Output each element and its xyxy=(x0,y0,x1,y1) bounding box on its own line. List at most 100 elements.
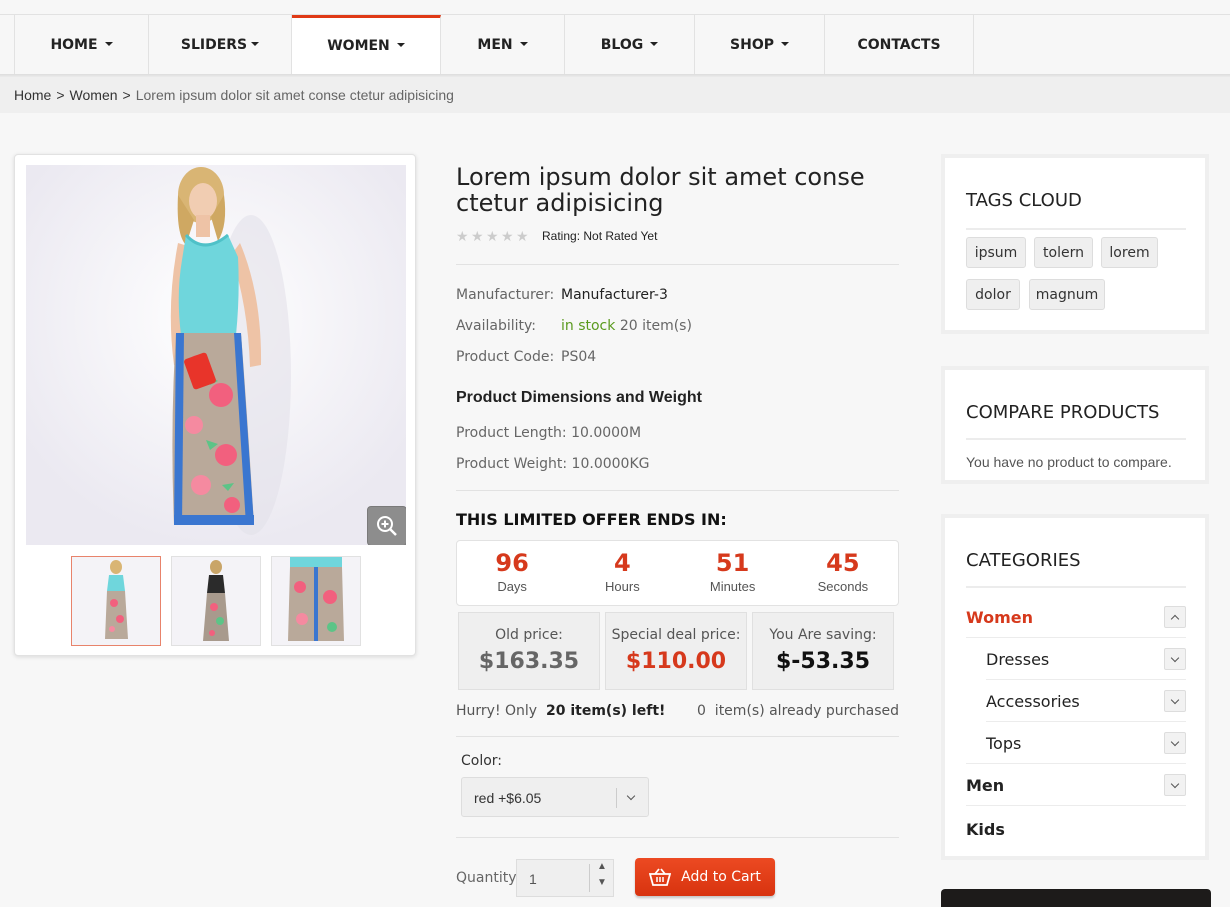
product-code-label: Product Code: xyxy=(456,349,555,365)
chevron-up-icon xyxy=(1170,614,1180,623)
saving-box: You Are saving: $-53.35 xyxy=(752,612,894,690)
model-illustration xyxy=(26,165,406,545)
nav-women[interactable]: WOMEN xyxy=(292,15,441,74)
chevron-down-icon xyxy=(1170,695,1180,704)
stepper-up-icon[interactable]: ▲ xyxy=(597,861,607,873)
color-select[interactable]: red +$6.05 xyxy=(461,777,649,817)
nav-contacts[interactable]: CONTACTS xyxy=(825,15,974,74)
title-underline xyxy=(966,438,1186,440)
caret-down-icon xyxy=(104,41,113,46)
chevron-down-icon xyxy=(626,791,636,801)
nav-blog-label: BLOG xyxy=(600,36,644,53)
breadcrumb-home[interactable]: Home xyxy=(14,87,51,103)
expand-toggle[interactable] xyxy=(1164,732,1186,754)
category-women[interactable]: Women xyxy=(966,606,1186,628)
tag-dolor[interactable]: dolor xyxy=(966,279,1020,310)
category-dresses[interactable]: Dresses xyxy=(986,648,1186,670)
countdown-hours-value: 4 xyxy=(614,549,631,577)
product-gallery xyxy=(14,154,416,656)
thumbnail-3[interactable] xyxy=(271,556,361,646)
purchased-count: 0 item(s) already purchased xyxy=(697,703,899,719)
caret-down-icon xyxy=(251,41,260,46)
stepper-divider xyxy=(589,864,590,892)
availability-count: 20 item(s) xyxy=(619,318,692,334)
nav-shop[interactable]: SHOP xyxy=(695,15,825,74)
old-price-box: Old price: $163.35 xyxy=(458,612,600,690)
divider xyxy=(456,837,899,838)
nav-women-label: WOMEN xyxy=(327,38,390,54)
zoom-button[interactable] xyxy=(367,506,406,545)
color-select-value: red +$6.05 xyxy=(474,790,542,806)
countdown-minutes-value: 51 xyxy=(715,549,750,577)
nav-men[interactable]: MEN xyxy=(441,15,565,74)
product-weight: Product Weight: 10.0000KG xyxy=(456,456,650,472)
divider xyxy=(456,736,899,737)
old-price-label: Old price: xyxy=(495,627,563,643)
nav-shop-label: SHOP xyxy=(730,36,774,53)
category-tops-label: Tops xyxy=(986,733,1022,753)
countdown-seconds-value: 45 xyxy=(826,549,860,577)
tag-ipsum[interactable]: ipsum xyxy=(966,237,1026,268)
thumbnail-1[interactable] xyxy=(71,556,161,646)
compare-products-widget: COMPARE PRODUCTS You have no product to … xyxy=(941,366,1209,484)
rating-stars: ★ ★ ★ ★ ★ xyxy=(456,229,530,243)
thumbnail-strip xyxy=(71,556,361,646)
caret-down-icon xyxy=(780,41,789,46)
promo-banner[interactable] xyxy=(941,889,1211,907)
main-nav: HOME SLIDERS WOMEN MEN BLOG SHOP CONTACT… xyxy=(14,15,974,74)
star-empty-icon: ★ xyxy=(456,228,469,244)
color-label: Color: xyxy=(461,753,503,769)
compare-title: COMPARE PRODUCTS xyxy=(966,402,1160,423)
manufacturer-row: Manufacturer: Manufacturer-3 xyxy=(456,287,668,303)
availability-status: in stock xyxy=(561,318,616,334)
product-main-image[interactable] xyxy=(26,165,406,545)
category-dresses-label: Dresses xyxy=(986,649,1050,669)
expand-toggle[interactable] xyxy=(1164,690,1186,712)
thumbnail-image xyxy=(72,557,160,645)
nav-sliders[interactable]: SLIDERS xyxy=(149,15,292,74)
thumbnail-2[interactable] xyxy=(171,556,261,646)
quantity-input[interactable]: 1 ▲ ▼ xyxy=(516,859,614,897)
countdown-seconds: 45 Seconds xyxy=(788,541,898,605)
saving-label: You Are saving: xyxy=(769,627,877,643)
stepper-down-icon[interactable]: ▼ xyxy=(597,877,607,889)
nav-blog[interactable]: BLOG xyxy=(565,15,695,74)
hurry-prefix: Hurry! Only xyxy=(456,703,538,719)
tag-lorem[interactable]: lorem xyxy=(1101,237,1158,268)
price-boxes: Old price: $163.35 Special deal price: $… xyxy=(458,612,894,690)
category-accessories[interactable]: Accessories xyxy=(986,690,1186,712)
star-empty-icon: ★ xyxy=(501,228,514,244)
countdown-minutes-label: Minutes xyxy=(709,579,756,594)
breadcrumb-current: Lorem ipsum dolor sit amet conse ctetur … xyxy=(135,87,454,103)
breadcrumb-women[interactable]: Women xyxy=(70,87,118,103)
expand-toggle[interactable] xyxy=(1164,774,1186,796)
tag-magnum[interactable]: magnum xyxy=(1029,279,1105,310)
divider xyxy=(456,264,899,265)
add-to-cart-button[interactable]: Add to Cart xyxy=(635,858,775,896)
deal-price-label: Special deal price: xyxy=(611,627,741,643)
collapse-toggle[interactable] xyxy=(1164,606,1186,628)
basket-icon xyxy=(649,868,672,886)
thumbnail-image xyxy=(172,557,260,645)
hurry-count: 20 item(s) left! xyxy=(546,703,666,719)
saving-value: $-53.35 xyxy=(775,649,871,674)
divider xyxy=(456,490,899,491)
countdown-seconds-label: Seconds xyxy=(817,579,869,594)
tag-tolern[interactable]: tolern xyxy=(1034,237,1093,268)
caret-down-icon xyxy=(396,43,405,47)
rating-text: Rating: Not Rated Yet xyxy=(542,229,658,243)
category-kids[interactable]: Kids xyxy=(966,818,1186,840)
category-men-label: Men xyxy=(966,775,1005,795)
star-empty-icon: ★ xyxy=(516,228,529,244)
breadcrumb-separator: > xyxy=(56,87,65,103)
nav-home[interactable]: HOME xyxy=(15,15,149,74)
stock-left: Hurry! Only 20 item(s) left! xyxy=(456,703,665,719)
product-code-row: Product Code: PS04 xyxy=(456,349,596,365)
nav-home-label: HOME xyxy=(50,36,98,53)
category-tops[interactable]: Tops xyxy=(986,732,1186,754)
expand-toggle[interactable] xyxy=(1164,648,1186,670)
manufacturer-value: Manufacturer-3 xyxy=(561,287,668,303)
product-code-value: PS04 xyxy=(561,349,597,365)
category-men[interactable]: Men xyxy=(966,774,1186,796)
countdown-hours-label: Hours xyxy=(605,579,640,594)
